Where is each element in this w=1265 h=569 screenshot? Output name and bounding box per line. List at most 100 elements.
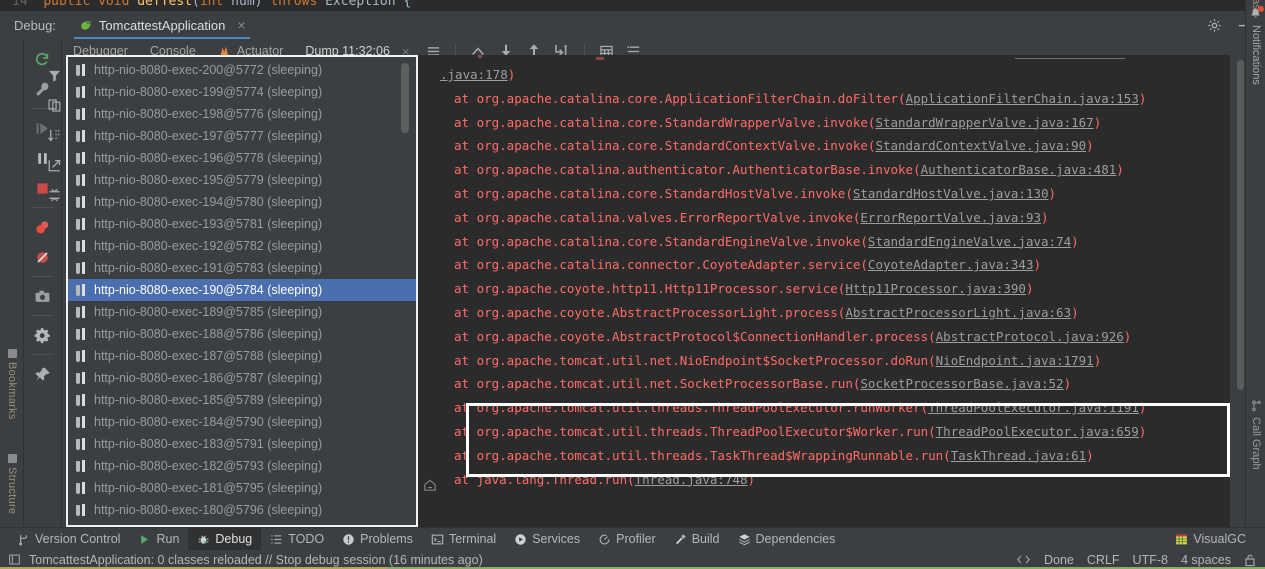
stack-trace-line[interactable]: at org.apache.catalina.authenticator.Aut… [418, 158, 1230, 182]
status-indent[interactable]: 4 spaces [1181, 553, 1231, 567]
stack-trace-line[interactable]: at org.apache.catalina.core.StandardHost… [418, 182, 1230, 206]
thread-icon [76, 195, 87, 209]
stack-trace-line[interactable]: at org.apache.catalina.core.StandardCont… [418, 134, 1230, 158]
source-file-link[interactable]: ApplicationFilterChain.java:153 [906, 91, 1139, 106]
stack-line-text: at org.apache.catalina.core.StandardEngi… [454, 233, 868, 249]
sidebar-item-call-graph[interactable]: Call Graph [1246, 400, 1265, 530]
thread-list-item[interactable]: http-nio-8080-exec-186@5787 (sleeping) [68, 367, 416, 389]
stack-trace-line[interactable]: at java.lang.Thread.run(Thread.java:748) [418, 468, 1230, 492]
tool-window-button-run[interactable]: Run [129, 528, 188, 551]
source-file-link[interactable]: ThreadPoolExecutor.java:1191 [928, 400, 1139, 415]
tool-window-button-problems[interactable]: Problems [333, 528, 422, 551]
thread-list-item[interactable]: http-nio-8080-exec-181@5795 (sleeping) [68, 477, 416, 499]
threads-list-panel[interactable]: http-nio-8080-exec-200@5772 (sleeping) ht… [66, 55, 418, 527]
source-file-link[interactable]: AbstractProcessorLight.java:63 [845, 305, 1071, 320]
status-done[interactable]: Done [1044, 553, 1074, 567]
tool-window-button-version-control[interactable]: Version Control [8, 528, 129, 551]
thread-list-item[interactable]: http-nio-8080-exec-190@5784 (sleeping) [68, 279, 416, 301]
stack-trace-line[interactable]: at org.apache.catalina.core.ApplicationF… [418, 87, 1230, 111]
source-file-link[interactable]: StandardEngineValve.java:74 [868, 234, 1071, 249]
thread-list-item[interactable]: http-nio-8080-exec-197@5777 (sleeping) [68, 125, 416, 147]
thread-list-item[interactable]: http-nio-8080-exec-191@5783 (sleeping) [68, 257, 416, 279]
thread-list-item[interactable]: http-nio-8080-exec-199@5774 (sleeping) [68, 81, 416, 103]
tool-window-button-visualgc[interactable]: VisualGC [1166, 528, 1255, 551]
stack-trace-line[interactable]: at org.apache.coyote.http11.Http11Proces… [418, 277, 1230, 301]
source-file-link[interactable]: ThreadPoolExecutor.java:659 [936, 424, 1139, 439]
thread-list-item[interactable]: http-nio-8080-exec-200@5772 (sleeping) [68, 59, 416, 81]
sort-button[interactable] [42, 124, 66, 146]
collapse-all-button[interactable] [42, 184, 66, 206]
gear-icon[interactable] [1207, 18, 1222, 33]
thread-list-item[interactable]: http-nio-8080-exec-184@5790 (sleeping) [68, 411, 416, 433]
thread-list-item[interactable]: http-nio-8080-exec-192@5782 (sleeping) [68, 235, 416, 257]
run-configuration-tab[interactable]: TomcattestApplication × [73, 11, 250, 39]
status-line-separator[interactable]: CRLF [1087, 553, 1120, 567]
close-icon[interactable]: × [237, 17, 245, 33]
source-file-link[interactable]: NioEndpoint.java:1791 [936, 353, 1094, 368]
sidebar-item-bookmarks[interactable]: Bookmarks [0, 339, 24, 429]
scrollbar-thumb[interactable] [1237, 60, 1244, 390]
source-file-link[interactable]: TaskThread.java:61 [951, 448, 1086, 463]
stack-trace-line[interactable]: at org.apache.coyote.AbstractProtocol$Co… [418, 325, 1230, 349]
tool-window-button-terminal[interactable]: Terminal [422, 528, 505, 551]
stack-trace-line[interactable]: at org.apache.catalina.core.StandardWrap… [418, 111, 1230, 135]
source-file-link[interactable]: .java:178 [440, 67, 508, 82]
stack-trace-line[interactable]: at org.apache.coyote.AbstractProcessorLi… [418, 301, 1230, 325]
thread-list-item[interactable]: http-nio-8080-exec-188@5786 (sleeping) [68, 323, 416, 345]
export-button[interactable] [42, 154, 66, 176]
stack-trace-pane[interactable]: .java:178) at org.apache.catalina.core.Ap… [418, 55, 1230, 530]
thread-list-item[interactable]: http-nio-8080-exec-180@5796 (sleeping) [68, 499, 416, 521]
source-file-link[interactable]: Thread.java:748 [635, 472, 748, 487]
stack-trace-line[interactable]: at org.apache.catalina.valves.ErrorRepor… [418, 206, 1230, 230]
sidebar-item-structure[interactable]: Structure [0, 439, 24, 529]
stack-trace-line[interactable]: at org.apache.tomcat.util.net.SocketProc… [418, 372, 1230, 396]
thread-list-item[interactable]: http-nio-8080-exec-189@5785 (sleeping) [68, 301, 416, 323]
stack-trace-line[interactable]: at org.apache.tomcat.util.threads.TaskTh… [418, 444, 1230, 468]
tool-window-button-build[interactable]: Build [665, 528, 729, 551]
source-file-link[interactable]: StandardContextValve.java:90 [875, 138, 1086, 153]
thread-list-item[interactable]: http-nio-8080-exec-194@5780 (sleeping) [68, 191, 416, 213]
status-encoding[interactable]: UTF-8 [1133, 553, 1168, 567]
thread-list-item[interactable]: http-nio-8080-exec-193@5781 (sleeping) [68, 213, 416, 235]
thread-list-item[interactable]: http-nio-8080-exec-187@5788 (sleeping) [68, 345, 416, 367]
mute-breakpoints-button[interactable] [28, 243, 58, 271]
source-file-link[interactable]: ErrorReportValve.java:93 [860, 210, 1041, 225]
stack-trace-line[interactable]: .java:178) [418, 63, 1230, 87]
thread-list-item[interactable]: http-nio-8080-exec-182@5793 (sleeping) [68, 455, 416, 477]
source-file-link[interactable]: StandardHostValve.java:130 [853, 186, 1049, 201]
thread-label: http-nio-8080-exec-184@5790 (sleeping) [94, 415, 323, 429]
source-file-link[interactable]: SocketProcessorBase.java:52 [860, 376, 1063, 391]
stack-scrollbar[interactable] [1236, 60, 1245, 480]
source-file-link[interactable]: StandardWrapperValve.java:167 [875, 115, 1093, 130]
screenshot-button[interactable] [28, 282, 58, 310]
console-icon[interactable] [8, 553, 21, 566]
lock-icon[interactable] [1244, 553, 1256, 567]
thread-list-item[interactable]: http-nio-8080-exec-183@5791 (sleeping) [68, 433, 416, 455]
thread-list-item[interactable]: http-nio-8080-exec-198@5776 (sleeping) [68, 103, 416, 125]
stack-trace-line[interactable]: at org.apache.catalina.connector.CoyoteA… [418, 253, 1230, 277]
debug-label: Debug: [14, 17, 56, 33]
thread-list-item[interactable]: http-nio-8080-exec-195@5779 (sleeping) [68, 169, 416, 191]
sidebar-item-notifications[interactable]: Notifications [1246, 6, 1265, 188]
source-file-link[interactable]: AbstractProtocol.java:926 [936, 329, 1124, 344]
source-file-link[interactable]: CoyoteAdapter.java:343 [868, 257, 1034, 272]
source-file-link[interactable]: Http11Processor.java:390 [845, 281, 1026, 296]
threads-scrollbar[interactable] [401, 63, 409, 133]
stack-trace-line[interactable]: at org.apache.tomcat.util.net.NioEndpoin… [418, 349, 1230, 373]
copy-button[interactable] [42, 94, 66, 116]
stack-trace-line[interactable]: at org.apache.tomcat.util.threads.Thread… [418, 420, 1230, 444]
pin-button[interactable] [28, 360, 58, 388]
source-file-link[interactable]: AuthenticatorBase.java:481 [921, 162, 1117, 177]
tool-window-button-dependencies[interactable]: Dependencies [729, 528, 845, 551]
tool-window-button-profiler[interactable]: Profiler [589, 528, 665, 551]
thread-list-item[interactable]: http-nio-8080-exec-196@5778 (sleeping) [68, 147, 416, 169]
stack-trace-line[interactable]: at org.apache.catalina.core.StandardEngi… [418, 230, 1230, 254]
home-icon[interactable] [423, 478, 437, 491]
thread-list-item[interactable]: http-nio-8080-exec-185@5789 (sleeping) [68, 389, 416, 411]
tool-window-button-debug[interactable]: Debug [188, 527, 262, 551]
stack-trace-line[interactable]: at org.apache.tomcat.util.threads.Thread… [418, 396, 1230, 420]
tool-window-button-todo[interactable]: TODO [261, 528, 333, 551]
tool-window-button-services[interactable]: Services [505, 528, 589, 551]
settings-button[interactable] [28, 321, 58, 349]
filter-button[interactable] [42, 64, 66, 86]
